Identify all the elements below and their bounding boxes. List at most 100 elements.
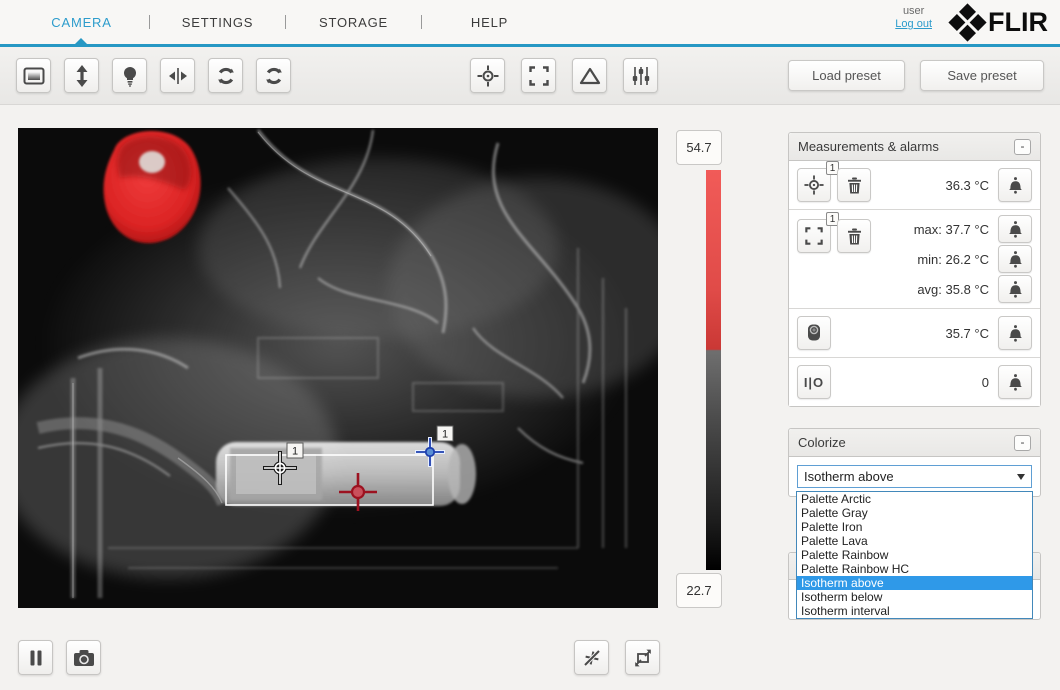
option-palette-lava[interactable]: Palette Lava xyxy=(797,534,1032,548)
colorize-panel: Colorize - Isotherm above xyxy=(788,428,1041,497)
box-marker-badge: 1 xyxy=(442,429,448,441)
colorize-dropdown-list: Palette Arctic Palette Gray Palette Iron… xyxy=(796,491,1033,619)
bell-icon xyxy=(1008,280,1022,298)
pan-split-button[interactable] xyxy=(160,58,195,93)
lamp-icon xyxy=(123,66,136,87)
brand: FLIR xyxy=(948,3,1048,42)
option-isotherm-above[interactable]: Isotherm above xyxy=(797,576,1032,590)
delete-spot-button[interactable] xyxy=(837,168,871,202)
bell-icon xyxy=(1008,176,1022,194)
resize-view-button[interactable] xyxy=(625,640,660,675)
option-palette-arctic[interactable]: Palette Arctic xyxy=(797,492,1032,506)
bell-icon xyxy=(1008,250,1022,268)
hide-overlay-button[interactable] xyxy=(574,640,609,675)
resize-icon xyxy=(634,649,651,666)
snapshot-button[interactable] xyxy=(66,640,101,675)
camera-icon xyxy=(73,649,94,666)
spot-temperature-value: 36.3 °C xyxy=(945,177,989,193)
spot-alarm-button[interactable] xyxy=(998,168,1032,202)
option-palette-rainbow[interactable]: Palette Rainbow xyxy=(797,548,1032,562)
pause-icon xyxy=(30,650,41,665)
box-max-value: max: 37.7 °C xyxy=(913,221,989,237)
bell-icon xyxy=(1008,373,1022,391)
load-preset-button[interactable]: Load preset xyxy=(788,60,905,91)
camera-device-button[interactable] xyxy=(797,316,831,350)
digital-io-row: I|O 0 xyxy=(789,358,1040,406)
camera-device-icon xyxy=(808,324,820,341)
nav-tab-help[interactable]: HELP xyxy=(422,15,557,30)
toolbar: Load preset Save preset xyxy=(0,47,1060,105)
spot-measurement-row: 1 36.3 °C xyxy=(789,161,1040,210)
adjust-sliders-button[interactable] xyxy=(623,58,658,93)
option-isotherm-below[interactable]: Isotherm below xyxy=(797,590,1032,604)
delete-box-button[interactable] xyxy=(837,219,871,253)
temperature-scale-bar[interactable] xyxy=(706,170,721,570)
box-avg-value: avg: 35.8 °C xyxy=(917,281,989,297)
nav-tab-camera[interactable]: CAMERA xyxy=(14,15,149,30)
bell-icon xyxy=(1008,220,1022,238)
spot-tool-button[interactable]: 1 xyxy=(797,161,839,202)
trash-icon xyxy=(847,228,861,244)
camera-temperature-row: 35.7 °C xyxy=(789,309,1040,358)
logout-link[interactable]: Log out xyxy=(895,18,932,31)
area-box-icon xyxy=(528,65,549,86)
option-palette-iron[interactable]: Palette Iron xyxy=(797,520,1032,534)
box-tool-button[interactable]: 1 xyxy=(797,212,839,253)
box-max-alarm-button[interactable] xyxy=(998,215,1032,243)
colorize-select[interactable]: Isotherm above xyxy=(797,465,1032,488)
shutter-rotate-icon xyxy=(265,67,282,84)
digital-io-button[interactable]: I|O xyxy=(797,365,831,399)
option-isotherm-interval[interactable]: Isotherm interval xyxy=(797,604,1032,618)
add-spot-button[interactable] xyxy=(470,58,505,93)
digital-io-value: 0 xyxy=(981,374,989,390)
pause-button[interactable] xyxy=(18,640,53,675)
measurements-panel-title: Measurements & alarms xyxy=(798,139,939,154)
auto-adjust-button[interactable] xyxy=(64,58,99,93)
camera-alarm-button[interactable] xyxy=(998,316,1032,350)
add-area-button[interactable] xyxy=(521,58,556,93)
measurements-panel: Measurements & alarms - 1 36.3 °C 1 max:… xyxy=(788,132,1041,407)
digital-io-alarm-button[interactable] xyxy=(998,365,1032,399)
colorize-panel-title: Colorize xyxy=(798,435,846,450)
colorize-panel-header: Colorize - xyxy=(789,429,1040,457)
area-box-icon xyxy=(805,227,823,245)
io-icon: I|O xyxy=(803,374,825,390)
box-measurement-row: 1 max: 37.7 °C min: 26.2 °C avg: 35.8 °C xyxy=(789,210,1040,309)
level-span-icon xyxy=(23,67,44,84)
lamp-button[interactable] xyxy=(112,58,147,93)
nav-tab-settings[interactable]: SETTINGS xyxy=(150,15,285,30)
delta-button[interactable] xyxy=(572,58,607,93)
scale-max-label: 54.7 xyxy=(676,130,722,165)
user-block: user Log out xyxy=(895,5,932,31)
calibrate-nuc-button[interactable] xyxy=(208,58,243,93)
thermal-image-view[interactable]: 1 1 xyxy=(0,128,688,608)
spot-marker-badge: 1 xyxy=(292,446,298,458)
level-span-button[interactable] xyxy=(16,58,51,93)
spot-meter-icon xyxy=(477,65,498,86)
thermal-image: 1 1 xyxy=(0,128,688,608)
option-palette-gray[interactable]: Palette Gray xyxy=(797,506,1032,520)
colorize-selected-value: Isotherm above xyxy=(804,469,894,484)
box-measurement-overlay[interactable] xyxy=(225,454,434,506)
colorize-collapse-button[interactable]: - xyxy=(1014,434,1031,451)
bell-icon xyxy=(1008,324,1022,342)
horizontal-arrows-icon xyxy=(168,67,187,84)
box-avg-alarm-button[interactable] xyxy=(998,275,1032,303)
nav-tab-storage[interactable]: STORAGE xyxy=(286,15,421,30)
calibrate-nuc-button-2[interactable] xyxy=(256,58,291,93)
box-min-alarm-button[interactable] xyxy=(998,245,1032,273)
sliders-icon xyxy=(632,66,649,85)
scale-min-label: 22.7 xyxy=(676,573,722,608)
measurements-panel-header: Measurements & alarms - xyxy=(789,133,1040,161)
shutter-rotate-icon xyxy=(217,67,234,84)
measurements-collapse-button[interactable]: - xyxy=(1014,138,1031,155)
brand-text: FLIR xyxy=(988,7,1048,37)
save-preset-button[interactable]: Save preset xyxy=(920,60,1044,91)
camera-temperature-value: 35.7 °C xyxy=(945,325,989,341)
hide-graphics-icon xyxy=(583,649,600,666)
delta-icon xyxy=(579,67,600,84)
chevron-down-icon xyxy=(1017,473,1025,480)
spot-meter-icon xyxy=(804,175,824,195)
flir-logo-icon xyxy=(948,3,987,42)
option-palette-rainbow-hc[interactable]: Palette Rainbow HC xyxy=(797,562,1032,576)
